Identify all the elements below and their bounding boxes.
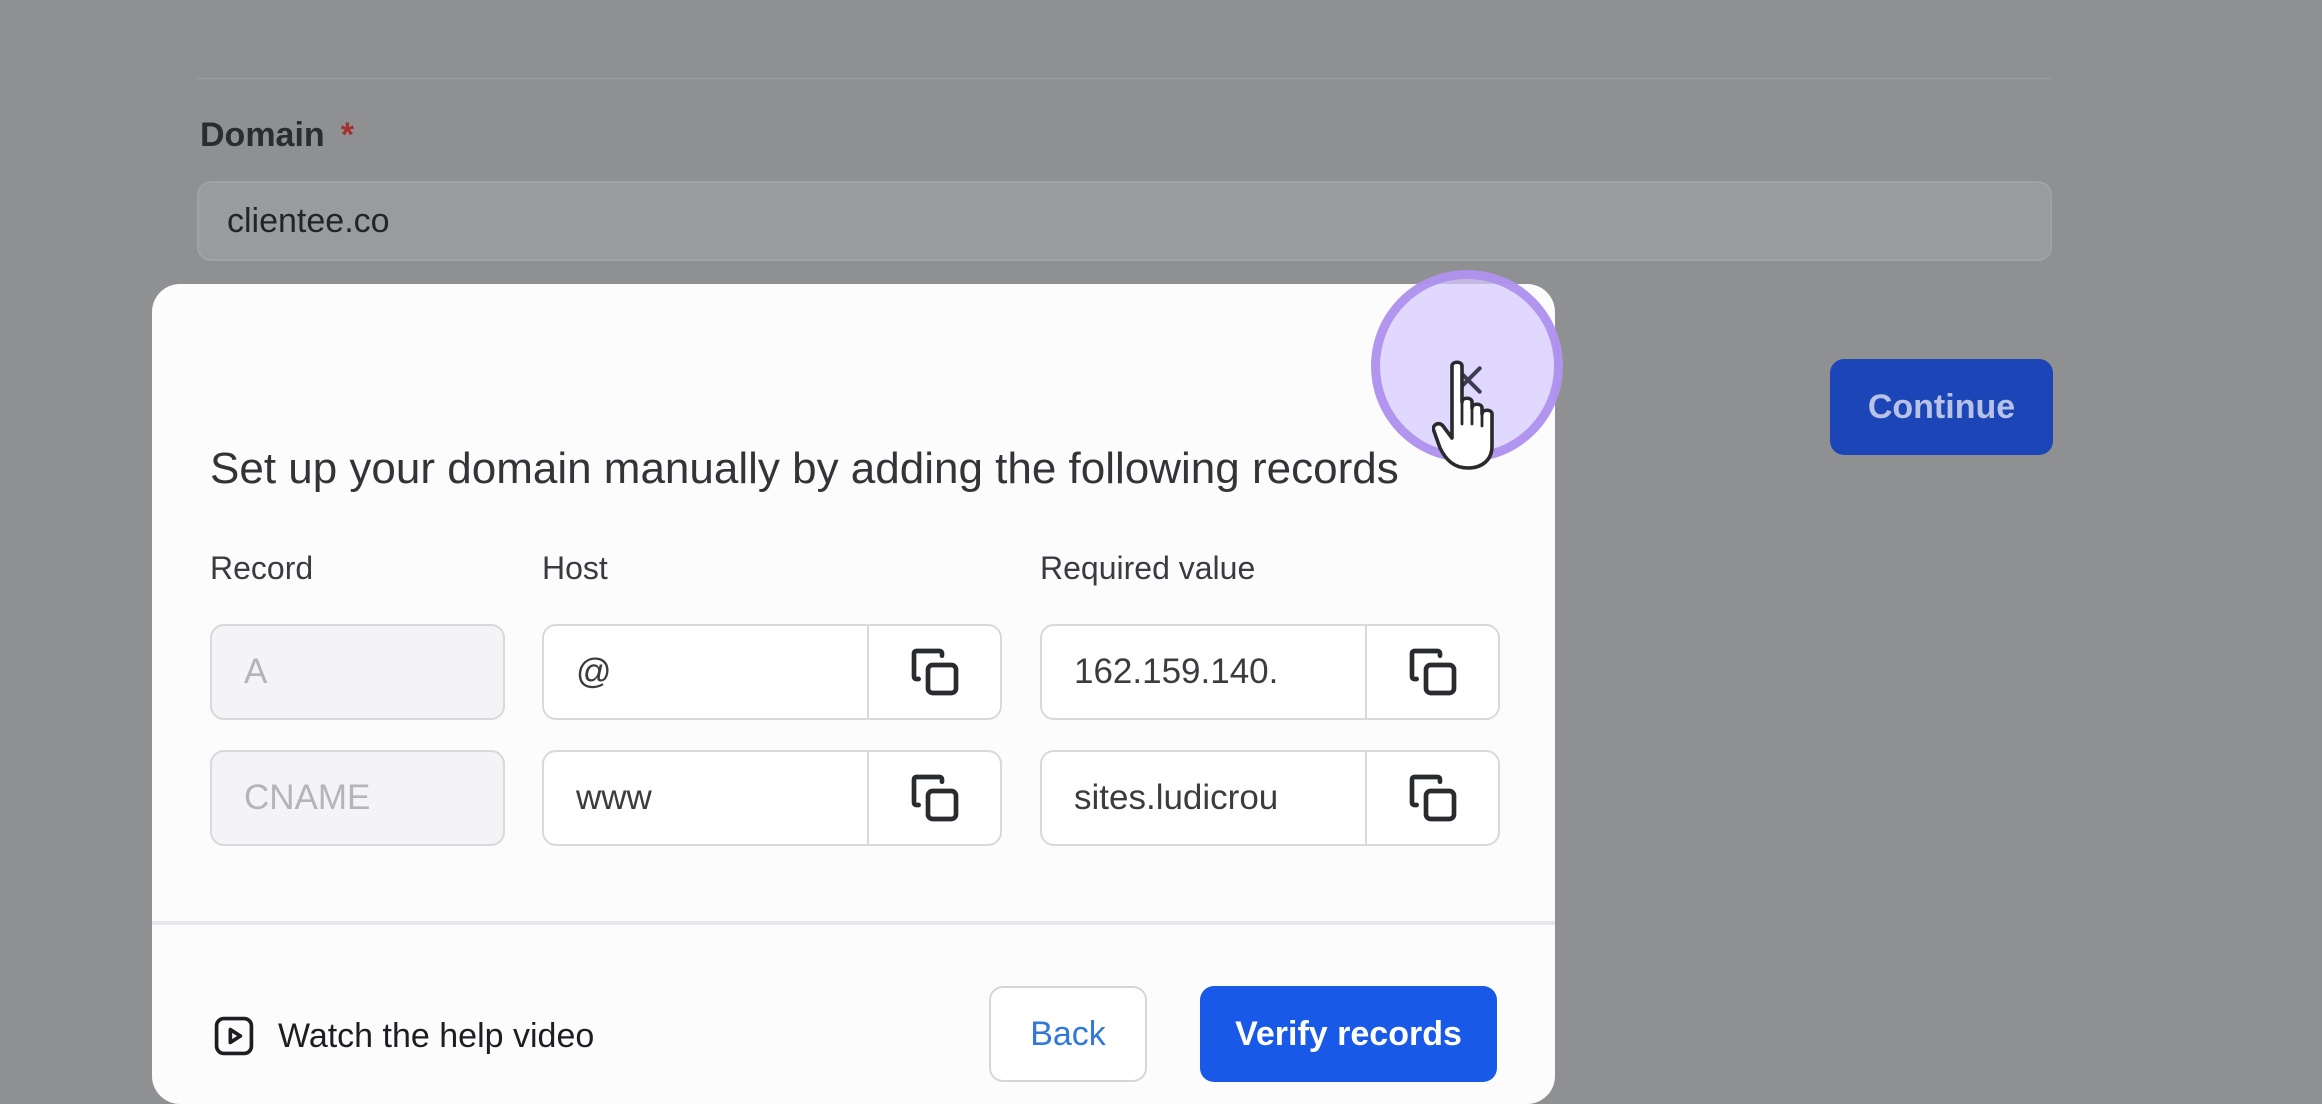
required-value[interactable]: sites.ludicrou bbox=[1042, 752, 1365, 844]
top-divider bbox=[197, 78, 2052, 79]
verify-records-button[interactable]: Verify records bbox=[1200, 986, 1497, 1082]
watch-help-video-link[interactable]: Watch the help video bbox=[212, 1014, 594, 1058]
play-video-icon bbox=[214, 1016, 254, 1056]
required-marker: * bbox=[340, 116, 354, 154]
host-field-group: @ bbox=[542, 624, 1002, 720]
copy-icon bbox=[1409, 648, 1456, 696]
host-value[interactable]: @ bbox=[544, 626, 867, 718]
record-type-field-a: A bbox=[210, 624, 505, 720]
continue-button[interactable]: Continue bbox=[1830, 359, 2053, 455]
domain-label-text: Domain bbox=[200, 116, 325, 154]
help-link-label: Watch the help video bbox=[278, 1016, 595, 1055]
host-field-group: www bbox=[542, 750, 1002, 846]
modal-title: Set up your domain manually by adding th… bbox=[210, 444, 1399, 493]
domain-field-label: Domain * bbox=[200, 116, 354, 155]
dns-records-modal: Set up your domain manually by adding th… bbox=[152, 284, 1555, 1104]
domain-input[interactable]: clientee.co bbox=[197, 181, 2052, 261]
hand-pointer-cursor-icon bbox=[1432, 360, 1494, 470]
back-button[interactable]: Back bbox=[989, 986, 1147, 1082]
copy-value-button[interactable] bbox=[1365, 626, 1498, 718]
host-value[interactable]: www bbox=[544, 752, 867, 844]
required-value-column-label: Required value bbox=[1040, 550, 1256, 586]
copy-icon bbox=[911, 648, 958, 696]
record-type-field-cname: CNAME bbox=[210, 750, 505, 846]
host-column-label: Host bbox=[542, 550, 608, 586]
required-value[interactable]: 162.159.140. bbox=[1042, 626, 1365, 718]
copy-icon bbox=[911, 774, 958, 822]
copy-value-button[interactable] bbox=[1365, 752, 1498, 844]
footer-divider bbox=[152, 921, 1555, 925]
required-value-field-group: sites.ludicrou bbox=[1040, 750, 1500, 846]
copy-host-button[interactable] bbox=[867, 626, 1000, 718]
required-value-field-group: 162.159.140. bbox=[1040, 624, 1500, 720]
copy-icon bbox=[1409, 774, 1456, 822]
copy-host-button[interactable] bbox=[867, 752, 1000, 844]
record-column-label: Record bbox=[210, 550, 314, 586]
